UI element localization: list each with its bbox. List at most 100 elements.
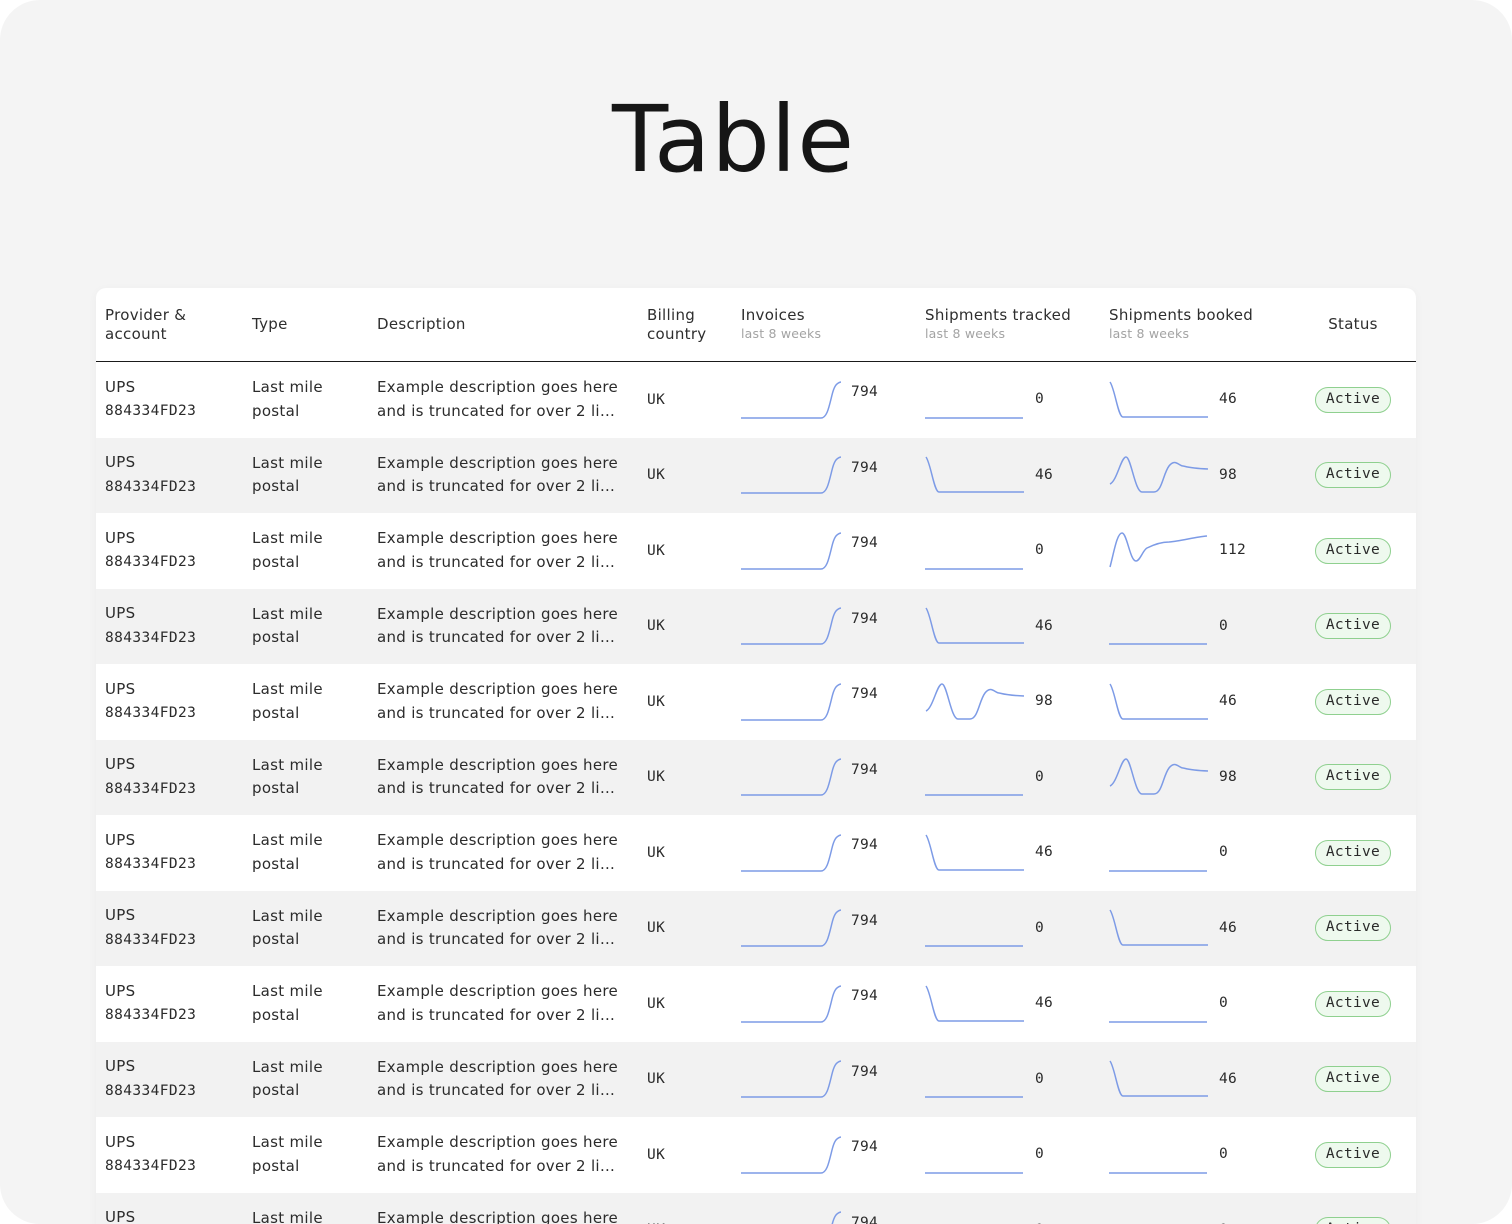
type-label-2: postal <box>252 401 300 420</box>
provider-cell: UPS 884334FD23 <box>96 1041 243 1117</box>
table-row[interactable]: UPS 884334FD23 Last mile postal Example … <box>96 966 1416 1042</box>
column-header-shipments-booked[interactable]: Shipments booked last 8 weeks <box>1100 288 1290 362</box>
provider-name: UPS <box>105 528 136 547</box>
invoices-value: 794 <box>851 459 879 476</box>
type-label-2: postal <box>252 477 300 496</box>
billing-country: UK <box>647 618 666 634</box>
booked-value: 46 <box>1219 1070 1238 1087</box>
booked-value: 112 <box>1219 542 1247 558</box>
invoices-sparkline-path <box>741 456 841 494</box>
table-row[interactable]: UPS 884334FD23 Last mile postal Example … <box>96 815 1416 891</box>
table-row[interactable]: UPS 884334FD23 Last mile postal Example … <box>96 890 1416 966</box>
type-label: Last mile <box>252 378 323 397</box>
table-row[interactable]: UPS 884334FD23 Last mile postal Example … <box>96 437 1416 513</box>
status-badge[interactable]: Active <box>1315 1141 1391 1168</box>
column-header-description[interactable]: Description <box>368 288 638 362</box>
status-badge[interactable]: Active <box>1315 613 1391 640</box>
status-badge[interactable]: Active <box>1315 839 1391 866</box>
table-row[interactable]: UPS 884334FD23 Last mile postal Example … <box>96 1192 1416 1224</box>
tracked-sparkline-path <box>925 682 1025 720</box>
status-badge[interactable]: Active <box>1315 990 1391 1017</box>
table-row[interactable]: UPS 884334FD23 Last mile postal Example … <box>96 1041 1416 1117</box>
billing-country: UK <box>647 920 666 936</box>
provider-name: UPS <box>105 679 136 698</box>
description-line-2: and is truncated for over 2 lines of tex… <box>377 930 619 949</box>
account-id: 884334FD23 <box>105 856 197 873</box>
provider-name: UPS <box>105 1132 136 1151</box>
billing-country: UK <box>647 1071 666 1087</box>
table-row[interactable]: UPS 884334FD23 Last mile postal Example … <box>96 362 1416 438</box>
billing-country-cell: UK <box>638 739 732 815</box>
status-badge[interactable]: Active <box>1315 537 1391 564</box>
invoices-value: 794 <box>851 1139 879 1155</box>
invoices-sparkline-path <box>741 1136 841 1174</box>
type-label-2: postal <box>252 552 300 571</box>
status-badge[interactable]: Active <box>1315 915 1391 942</box>
column-header-provider[interactable]: Provider & account <box>96 288 243 362</box>
invoices-value: 794 <box>851 988 879 1004</box>
status-badge[interactable]: Active <box>1315 1066 1391 1093</box>
column-header-billing-country[interactable]: Billing country <box>638 288 732 362</box>
status-cell: Active <box>1290 890 1416 966</box>
column-header-status[interactable]: Status <box>1290 288 1416 362</box>
column-header-shipments-tracked[interactable]: Shipments tracked last 8 weeks <box>916 288 1100 362</box>
shipments-booked-cell: 46 <box>1100 1041 1290 1117</box>
column-header-type-label: Type <box>252 315 288 333</box>
status-cell: Active <box>1290 815 1416 891</box>
shipments-tracked-cell: 46 <box>916 966 1100 1042</box>
shipments-booked-cell: 0 <box>1100 1117 1290 1193</box>
billing-country: UK <box>647 693 666 710</box>
shipments-tracked-cell: 0 <box>916 1117 1100 1193</box>
tracked-value: 0 <box>1035 542 1045 558</box>
description-line-1: Example description goes here <box>377 1133 619 1152</box>
table-body: UPS 884334FD23 Last mile postal Example … <box>96 362 1416 1224</box>
table-row[interactable]: UPS 884334FD23 Last mile postal Example … <box>96 664 1416 740</box>
booked-sparkline-path <box>1109 909 1208 946</box>
tracked-value: 46 <box>1035 617 1054 634</box>
invoices-cell: 794 <box>732 362 916 438</box>
column-header-country-label: Billing <box>647 305 696 324</box>
status-badge[interactable]: Active <box>1315 764 1391 791</box>
invoices-value: 794 <box>851 384 879 400</box>
type-label: Last mile <box>252 1133 323 1152</box>
shipments-tracked-cell: 46 <box>916 815 1100 891</box>
table-row[interactable]: UPS 884334FD23 Last mile postal Example … <box>96 588 1416 664</box>
type-label: Last mile <box>252 604 323 623</box>
tracked-value: 98 <box>1035 693 1054 709</box>
billing-country-cell: UK <box>638 966 732 1042</box>
description-line-2: and is truncated for over 2 lines of tex… <box>377 854 619 873</box>
shipments-booked-cell: 98 <box>1100 437 1290 513</box>
invoices-sparkline-path <box>741 909 841 947</box>
column-header-type[interactable]: Type <box>243 288 368 362</box>
tracked-sparkline <box>925 794 1023 796</box>
type-cell: Last mile postal <box>243 362 368 438</box>
status-badge[interactable]: Active <box>1315 688 1391 715</box>
tracked-value: 0 <box>1035 1146 1045 1162</box>
status-badge[interactable]: Active <box>1315 462 1391 489</box>
column-header-provider-label: Provider & <box>105 305 187 324</box>
table-row[interactable]: UPS 884334FD23 Last mile postal Example … <box>96 1117 1416 1193</box>
booked-value: 98 <box>1219 768 1238 785</box>
type-cell: Last mile postal <box>243 1041 368 1117</box>
booked-value: 0 <box>1219 617 1229 634</box>
column-header-invoices[interactable]: Invoices last 8 weeks <box>732 288 916 362</box>
table-row[interactable]: UPS 884334FD23 Last mile postal Example … <box>96 513 1416 589</box>
description-cell: Example description goes here and is tru… <box>368 664 638 740</box>
type-cell: Last mile postal <box>243 1192 368 1224</box>
status-badge[interactable]: Active <box>1315 386 1391 413</box>
billing-country: UK <box>647 391 666 408</box>
invoices-sparkline <box>831 1211 841 1224</box>
tracked-sparkline <box>925 834 1024 871</box>
provider-cell: UPS 884334FD23 <box>96 588 243 664</box>
table-row[interactable]: UPS 884334FD23 Last mile postal Example … <box>96 739 1416 815</box>
description-cell: Example description goes here and is tru… <box>368 588 638 664</box>
tracked-value: 46 <box>1035 466 1054 483</box>
provider-cell: UPS 884334FD23 <box>96 890 243 966</box>
booked-sparkline <box>1109 1060 1208 1097</box>
billing-country-cell: UK <box>638 437 732 513</box>
provider-cell: UPS 884334FD23 <box>96 362 243 438</box>
invoices-cell: 794 <box>732 1117 916 1193</box>
booked-sparkline <box>1109 456 1209 493</box>
type-label: Last mile <box>252 529 323 548</box>
status-badge[interactable]: Active <box>1315 1217 1391 1224</box>
